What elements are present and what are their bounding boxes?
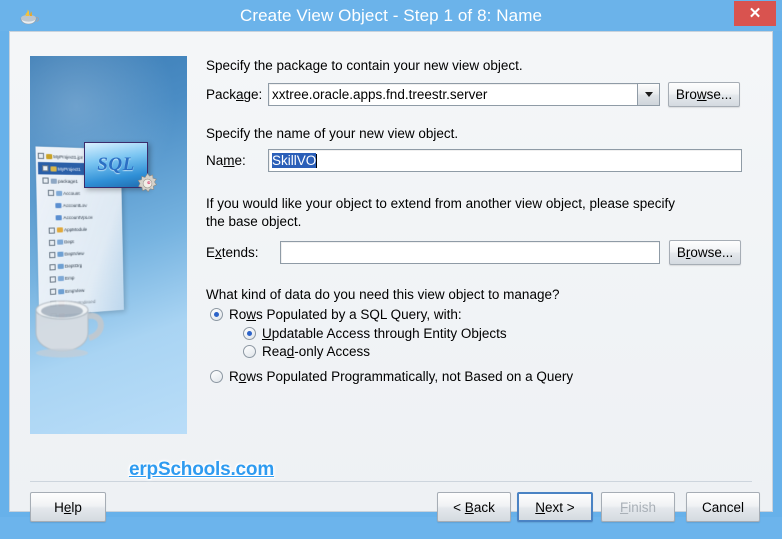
extends-browse-button[interactable]: Browse... xyxy=(669,240,741,265)
title-bar: Create View Object - Step 1 of 8: Name ✕ xyxy=(0,0,782,31)
name-label: Name: xyxy=(206,153,246,168)
package-combobox[interactable]: xxtree.oracle.apps.fnd.treestr.server xyxy=(268,83,660,106)
window-title: Create View Object - Step 1 of 8: Name xyxy=(239,6,543,25)
chevron-down-icon[interactable] xyxy=(638,83,660,106)
back-button[interactable]: < Back xyxy=(437,492,511,522)
radio-button[interactable] xyxy=(210,370,223,383)
wizard-illustration: MyProject1.jpr MyProject1 package1 Accou… xyxy=(30,56,187,434)
radio-label: Rows Populated by a SQL Query, with: xyxy=(229,307,462,322)
watermark-erpschools: erpSchools.com xyxy=(129,459,275,480)
next-button[interactable]: Next > xyxy=(517,492,593,522)
extends-label: Extends: xyxy=(206,245,259,260)
radio-rows-programmatic[interactable]: Rows Populated Programmatically, not Bas… xyxy=(210,369,752,384)
name-input-selected-text: SkillVO xyxy=(272,153,317,168)
wizard-content: Specify the package to contain your new … xyxy=(206,56,752,438)
package-browse-button[interactable]: Browse... xyxy=(668,82,740,107)
coffee-cup-illustration xyxy=(32,294,114,358)
radio-button[interactable] xyxy=(210,308,223,321)
radio-button[interactable] xyxy=(243,345,256,358)
gear-icon xyxy=(136,172,159,195)
name-input[interactable]: SkillVO xyxy=(268,149,742,172)
dialog-window: Create View Object - Step 1 of 8: Name ✕… xyxy=(0,0,782,522)
text-cursor xyxy=(316,154,318,168)
tree-row: Account xyxy=(38,187,119,199)
footer-separator xyxy=(30,481,752,482)
extends-hint-line1: If you would like your object to extend … xyxy=(206,196,675,211)
radio-rows-sql-query[interactable]: Rows Populated by a SQL Query, with: xyxy=(210,307,752,322)
package-label: Package: xyxy=(206,87,263,102)
radio-updatable-access[interactable]: Updatable Access through Entity Objects xyxy=(243,326,752,341)
cancel-button[interactable]: Cancel xyxy=(686,492,760,522)
tree-row: AccountLov xyxy=(39,199,120,211)
radio-label: Rows Populated Programmatically, not Bas… xyxy=(229,369,574,384)
footer-bar: Help < Back Next > Finish Cancel xyxy=(10,487,774,539)
radio-button[interactable] xyxy=(243,327,256,340)
radio-label: Updatable Access through Entity Objects xyxy=(262,326,507,341)
radio-label: Read-only Access xyxy=(262,344,371,359)
package-input[interactable]: xxtree.oracle.apps.fnd.treestr.server xyxy=(268,83,638,106)
name-hint: Specify the name of your new view object… xyxy=(206,126,459,141)
extends-input[interactable] xyxy=(280,241,660,264)
radio-read-only-access[interactable]: Read-only Access xyxy=(243,344,752,359)
dialog-client-area: MyProject1.jpr MyProject1 package1 Accou… xyxy=(9,31,773,522)
help-button[interactable]: Help xyxy=(30,492,106,522)
finish-button: Finish xyxy=(601,492,675,522)
close-icon[interactable]: ✕ xyxy=(734,1,776,26)
package-hint: Specify the package to contain your new … xyxy=(206,58,523,73)
data-kind-question: What kind of data do you need this view … xyxy=(206,287,560,302)
extends-hint-line2: the base object. xyxy=(206,214,302,229)
